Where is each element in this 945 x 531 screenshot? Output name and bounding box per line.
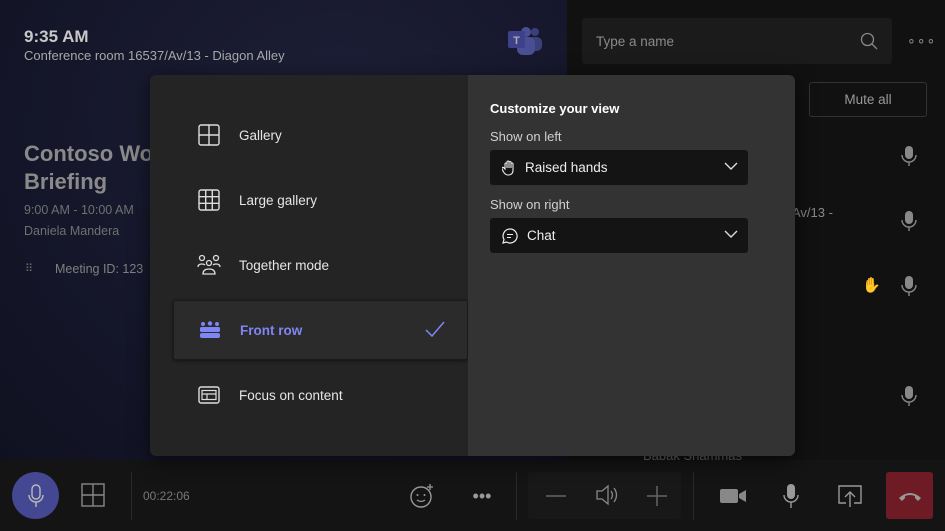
chevron-down-icon: [724, 230, 738, 238]
video-camera-icon: [720, 489, 746, 503]
participant-search[interactable]: [582, 18, 892, 64]
minus-icon: [546, 495, 566, 497]
layout-button[interactable]: [80, 482, 106, 508]
meeting-organizer: Daniela Mandera: [24, 224, 120, 238]
chevron-down-icon: [724, 162, 738, 170]
front-row-icon: [198, 318, 222, 342]
mute-all-button[interactable]: Mute all: [809, 82, 927, 117]
option-front-row[interactable]: Front row: [173, 300, 468, 360]
option-together-mode[interactable]: Together mode: [173, 235, 468, 295]
volume-up-button[interactable]: [645, 484, 669, 508]
gallery-icon: [197, 123, 221, 147]
chat-icon: [502, 227, 518, 244]
view-options-dialog: Gallery Large gallery Together mode Fron…: [150, 75, 795, 456]
participant-mic-icon[interactable]: [900, 275, 918, 297]
meeting-id: Meeting ID: 123: [55, 262, 144, 276]
emoji-add-icon: [410, 484, 433, 508]
show-left-dropdown[interactable]: Raised hands: [490, 150, 748, 185]
camera-button[interactable]: [718, 484, 748, 508]
participant-mic-icon[interactable]: [900, 210, 918, 232]
customize-view-panel: Customize your view Show on left Raised …: [468, 75, 795, 456]
share-screen-icon: [838, 485, 862, 507]
mic-toggle-button[interactable]: [12, 472, 59, 519]
show-right-label: Show on right: [490, 197, 570, 212]
teams-logo-icon: T: [508, 27, 542, 55]
meeting-time: 9:00 AM - 10:00 AM: [24, 203, 134, 217]
option-focus-on-content[interactable]: Focus on content: [173, 365, 468, 425]
participant-mic-icon[interactable]: [900, 145, 918, 167]
raised-hand-icon: [502, 159, 516, 176]
svg-text:T: T: [513, 35, 520, 47]
volume-down-button[interactable]: [544, 484, 568, 508]
search-icon[interactable]: [860, 32, 878, 50]
room-name: Conference room 16537/Av/13 - Diagon All…: [24, 48, 285, 63]
gallery-icon: [81, 483, 105, 507]
participant-mic-icon[interactable]: [900, 385, 918, 407]
microphone-icon: [783, 484, 799, 508]
phone-hangup-icon: [898, 492, 921, 501]
more-actions-icon[interactable]: •••: [467, 484, 497, 508]
mic-icon: [27, 483, 44, 507]
more-options-icon[interactable]: ∘∘∘: [907, 32, 936, 49]
participant-text: Av/13 -: [792, 205, 833, 220]
dialpad-icon: ⠿: [25, 263, 33, 275]
share-screen-button[interactable]: [836, 482, 864, 510]
focus-content-icon: [197, 383, 221, 407]
layout-options-list: Gallery Large gallery Together mode Fron…: [150, 75, 468, 456]
hang-up-button[interactable]: [886, 472, 933, 519]
clock: 9:35 AM: [24, 27, 89, 46]
speaker-icon: [593, 482, 621, 508]
raised-hand-icon: ✋: [862, 277, 881, 294]
show-right-dropdown[interactable]: Chat: [490, 218, 748, 253]
customize-title: Customize your view: [490, 101, 620, 116]
checkmark-icon: [425, 321, 445, 337]
reactions-button[interactable]: [408, 482, 436, 510]
large-gallery-icon: [197, 188, 221, 212]
search-input[interactable]: [596, 33, 860, 49]
call-duration: 00:22:06: [143, 489, 190, 503]
option-large-gallery[interactable]: Large gallery: [173, 170, 468, 230]
show-left-label: Show on left: [490, 129, 562, 144]
plus-icon: [647, 486, 667, 506]
option-gallery[interactable]: Gallery: [173, 105, 468, 165]
mic-button[interactable]: [780, 481, 802, 511]
together-mode-icon: [197, 253, 221, 277]
